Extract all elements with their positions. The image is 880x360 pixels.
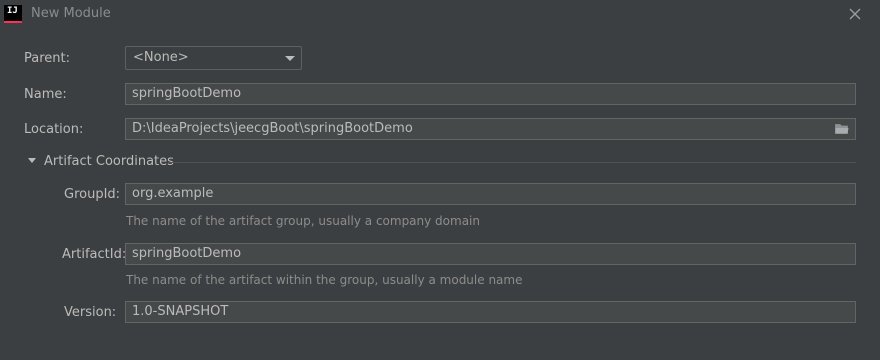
window-title: New Module (31, 6, 111, 21)
artifact-id-field[interactable]: springBootDemo (125, 243, 856, 265)
group-id-label: GroupId: (64, 187, 121, 202)
parent-select-value: <None> (133, 50, 189, 65)
close-button[interactable] (843, 3, 867, 25)
chevron-down-icon (285, 56, 295, 61)
group-id-hint: The name of the artifact group, usually … (126, 214, 480, 228)
new-module-dialog: IJ New Module Parent: <None> Name: sprin… (0, 0, 880, 360)
parent-label: Parent: (24, 51, 70, 66)
expand-triangle-icon[interactable] (28, 158, 36, 163)
intellij-logo-icon: IJ (4, 5, 22, 23)
location-field-value: D:\IdeaProjects\jeecgBoot\springBootDemo (132, 121, 413, 136)
artifact-id-label: ArtifactId: (62, 247, 127, 262)
logo-text: IJ (7, 6, 18, 16)
name-label: Name: (24, 87, 67, 102)
title-bar: IJ New Module (0, 0, 880, 30)
folder-icon[interactable] (835, 123, 849, 135)
group-id-field[interactable]: org.example (125, 183, 856, 205)
parent-select[interactable]: <None> (125, 46, 302, 70)
location-label: Location: (24, 122, 84, 137)
location-field[interactable]: D:\IdeaProjects\jeecgBoot\springBootDemo (125, 118, 856, 140)
artifact-coordinates-title[interactable]: Artifact Coordinates (44, 154, 174, 169)
artifact-id-hint: The name of the artifact within the grou… (126, 273, 523, 287)
version-field[interactable]: 1.0-SNAPSHOT (125, 301, 856, 323)
close-icon (849, 8, 861, 20)
version-label: Version: (64, 305, 117, 320)
name-field[interactable]: springBootDemo (125, 83, 856, 105)
section-divider (168, 162, 856, 163)
